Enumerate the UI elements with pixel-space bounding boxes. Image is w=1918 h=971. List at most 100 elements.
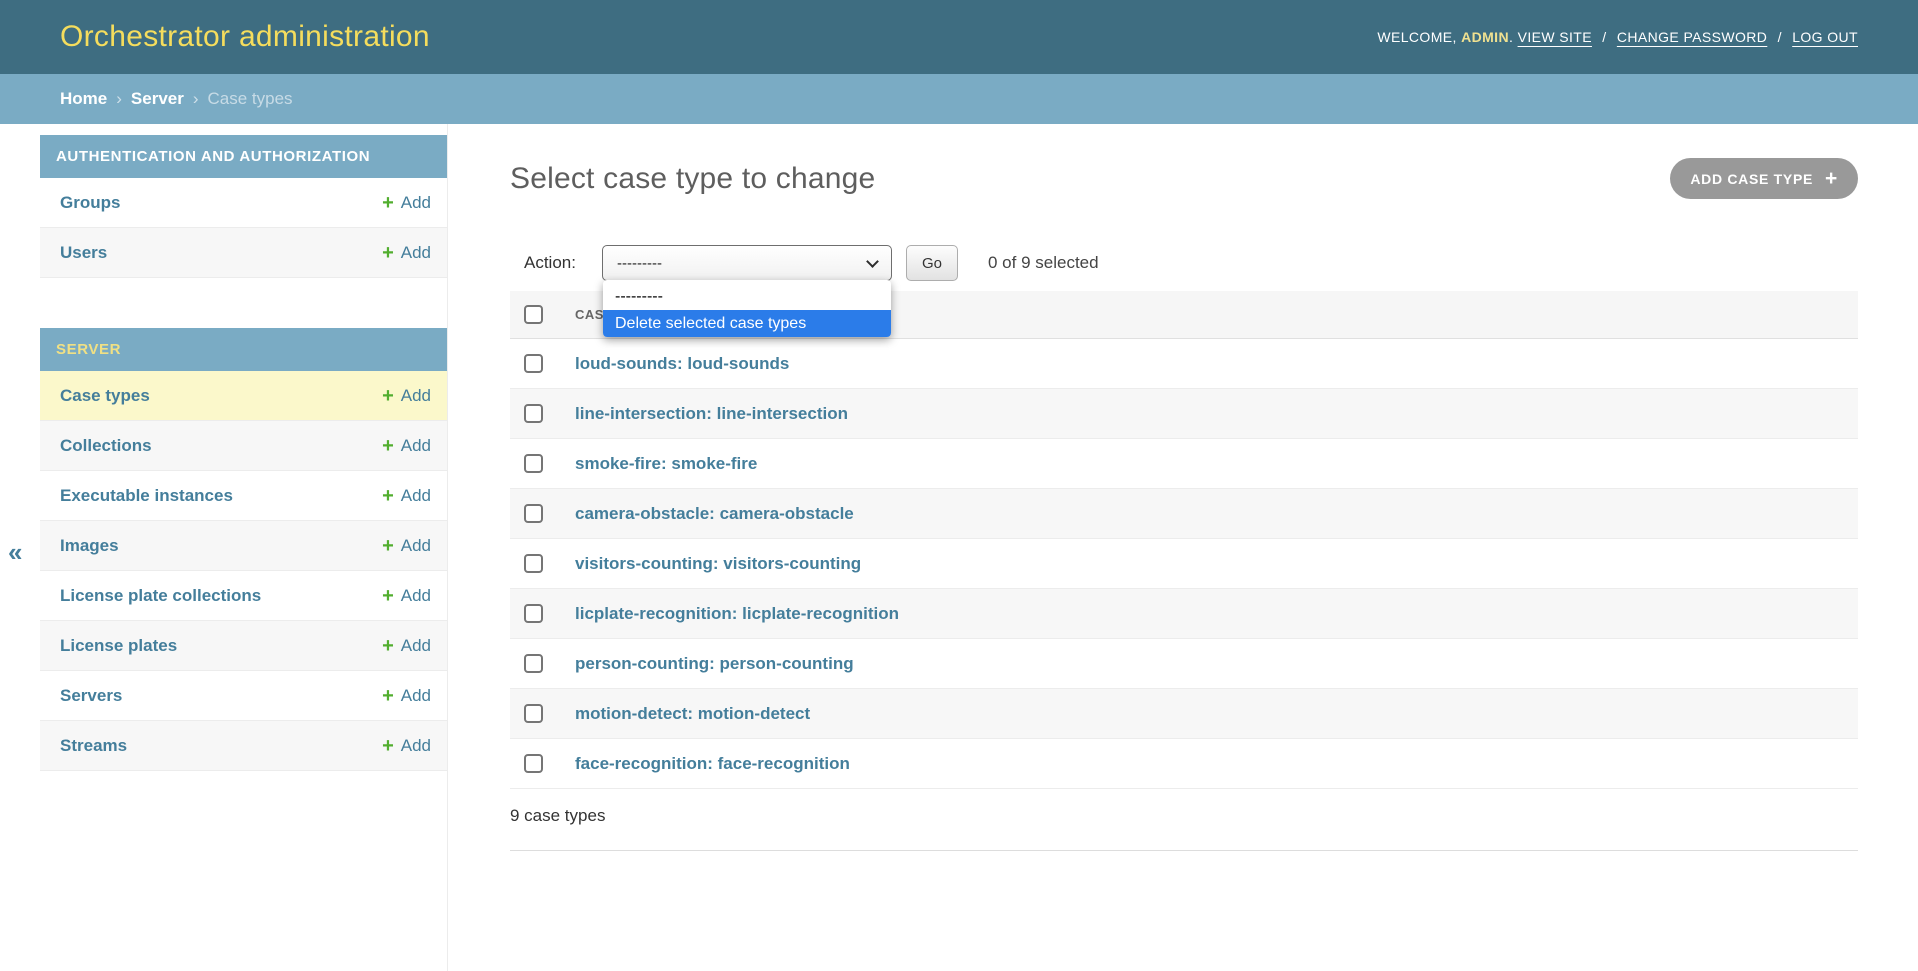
go-button[interactable]: Go [906,245,958,281]
breadcrumb-current: Case types [208,89,293,109]
welcome-text: WELCOME, [1377,29,1456,45]
breadcrumb-home[interactable]: Home [60,89,107,109]
add-collections-link[interactable]: +Add [382,436,431,456]
add-icon: + [382,586,394,606]
add-users-link[interactable]: + Add [382,243,431,263]
add-label: Add [401,193,431,213]
sidebar-link-license-plate-collections[interactable]: License plate collections [60,586,261,606]
log-out-link[interactable]: LOG OUT [1792,29,1858,45]
case-type-link[interactable]: line-intersection: line-intersection [575,404,848,424]
sidebar-link-streams[interactable]: Streams [60,736,127,756]
case-type-link[interactable]: licplate-recognition: licplate-recogniti… [575,604,899,624]
action-select[interactable]: --------- [602,245,892,281]
add-groups-link[interactable]: +Add [382,193,431,213]
sidebar-item-servers: Servers +Add [40,671,447,721]
sidebar-link-users[interactable]: Users [60,243,107,263]
add-label: Add [401,586,431,606]
add-case-type-label: ADD CASE TYPE [1690,171,1813,187]
page-body: « AUTHENTICATION AND AUTHORIZATION Group… [0,124,1918,971]
content-area: Select case type to change ADD CASE TYPE… [448,124,1918,971]
add-label: Add [401,386,431,406]
case-type-link[interactable]: motion-detect: motion-detect [575,704,810,724]
sidebar-link-servers[interactable]: Servers [60,686,122,706]
table-body: loud-sounds: loud-sounds line-intersecti… [510,339,1858,789]
table-row: smoke-fire: smoke-fire [510,439,1858,489]
sidebar-link-collections[interactable]: Collections [60,436,152,456]
case-type-link[interactable]: visitors-counting: visitors-counting [575,554,861,574]
app-title[interactable]: Orchestrator administration [60,20,430,54]
row-checkbox[interactable] [524,704,543,723]
sidebar-module-server: SERVER Case types +Add Collections +Add … [40,328,447,771]
change-password-link[interactable]: CHANGE PASSWORD [1617,29,1767,45]
sidebar-section-server-title[interactable]: SERVER [40,328,447,371]
table-row: face-recognition: face-recognition [510,739,1858,789]
sidebar-section-auth-title[interactable]: AUTHENTICATION AND AUTHORIZATION [40,135,447,178]
add-images-link[interactable]: + Add [382,536,431,556]
plus-icon: + [1825,168,1838,189]
sidebar-item-executable-instances: Executable instances +Add [40,471,447,521]
row-checkbox[interactable] [524,554,543,573]
add-case-types-link[interactable]: +Add [382,386,431,406]
case-type-link[interactable]: person-counting: person-counting [575,654,854,674]
sidebar-link-license-plates[interactable]: License plates [60,636,177,656]
add-label: Add [401,736,431,756]
row-checkbox[interactable] [524,654,543,673]
add-icon: + [382,243,394,263]
result-count: 9 case types [510,789,1858,851]
sidebar-collapse-icon[interactable]: « [8,539,22,565]
table-row: licplate-recognition: licplate-recogniti… [510,589,1858,639]
add-icon: + [382,736,394,756]
table-row: camera-obstacle: camera-obstacle [510,489,1858,539]
table-row: loud-sounds: loud-sounds [510,339,1858,389]
sidebar-module-auth: AUTHENTICATION AND AUTHORIZATION Groups … [40,135,447,278]
case-type-link[interactable]: face-recognition: face-recognition [575,754,850,774]
row-checkbox[interactable] [524,354,543,373]
add-icon: + [382,436,394,456]
sidebar-item-streams: Streams + Add [40,721,447,771]
breadcrumb-server[interactable]: Server [131,89,184,109]
case-type-link[interactable]: loud-sounds: loud-sounds [575,354,789,374]
add-icon: + [382,486,394,506]
user-tools: WELCOME, ADMIN. VIEW SITE / CHANGE PASSW… [1377,29,1858,45]
breadcrumb-separator: › [116,89,122,109]
sidebar-item-case-types: Case types +Add [40,371,447,421]
add-license-plate-collections-link[interactable]: + Add [382,586,431,606]
select-all-checkbox[interactable] [524,305,543,324]
sidebar-link-images[interactable]: Images [60,536,119,556]
add-label: Add [401,243,431,263]
sidebar-item-license-plate-collections: License plate collections + Add [40,571,447,621]
dropdown-option-delete-selected[interactable]: Delete selected case types [603,310,891,337]
sidebar-link-groups[interactable]: Groups [60,193,120,213]
add-executable-instances-link[interactable]: +Add [382,486,431,506]
add-license-plates-link[interactable]: +Add [382,636,431,656]
row-checkbox[interactable] [524,404,543,423]
sidebar-item-images: Images + Add [40,521,447,571]
action-select-wrap: --------- --------- Delete selected case… [602,245,892,281]
case-type-link[interactable]: camera-obstacle: camera-obstacle [575,504,854,524]
action-select-value: --------- [617,255,662,272]
add-label: Add [401,536,431,556]
username: ADMIN [1461,29,1509,45]
dropdown-option-empty[interactable]: --------- [603,283,891,310]
table-row: line-intersection: line-intersection [510,389,1858,439]
sidebar-link-executable-instances[interactable]: Executable instances [60,486,233,506]
link-separator: / [1778,29,1782,45]
row-checkbox[interactable] [524,504,543,523]
add-icon: + [382,536,394,556]
action-dropdown-popup: --------- Delete selected case types [603,280,891,337]
sidebar-link-case-types[interactable]: Case types [60,386,150,406]
add-icon: + [382,636,394,656]
page-title: Select case type to change [510,162,875,196]
admin-screen: Orchestrator administration WELCOME, ADM… [0,0,1918,971]
case-type-link[interactable]: smoke-fire: smoke-fire [575,454,757,474]
nav-sidebar: AUTHENTICATION AND AUTHORIZATION Groups … [40,124,448,971]
sidebar-item-license-plates: License plates +Add [40,621,447,671]
view-site-link[interactable]: VIEW SITE [1518,29,1592,45]
add-streams-link[interactable]: + Add [382,736,431,756]
row-checkbox[interactable] [524,454,543,473]
row-checkbox[interactable] [524,754,543,773]
welcome-suffix: . [1509,29,1513,45]
add-case-type-button[interactable]: ADD CASE TYPE + [1670,158,1858,199]
add-servers-link[interactable]: +Add [382,686,431,706]
row-checkbox[interactable] [524,604,543,623]
